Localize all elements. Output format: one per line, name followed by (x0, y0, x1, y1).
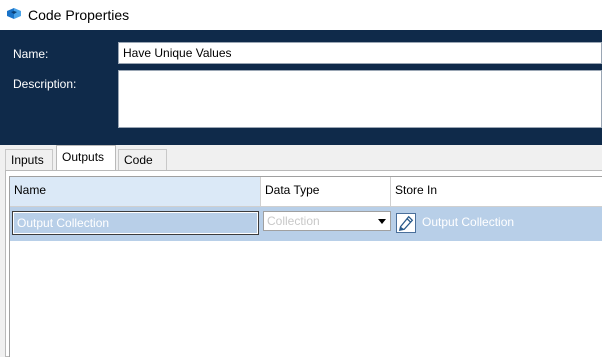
grid-header: Name Data Type Store In (10, 177, 602, 207)
chevron-down-icon[interactable] (378, 219, 386, 224)
output-name-field[interactable] (12, 211, 259, 235)
tab-outputs[interactable]: Outputs (56, 145, 116, 170)
column-header-data-type[interactable]: Data Type (261, 177, 391, 207)
name-label: Name: (13, 47, 49, 61)
name-field[interactable] (118, 42, 602, 64)
description-label: Description: (13, 77, 77, 91)
outputs-grid[interactable]: Name Data Type Store In Collection Outpu… (9, 176, 602, 357)
tab-inputs[interactable]: Inputs (5, 149, 53, 170)
tab-code[interactable]: Code (118, 149, 167, 170)
column-header-name[interactable]: Name (10, 177, 261, 207)
store-in-value: Output Collection (422, 215, 515, 229)
window-title: Code Properties (28, 7, 130, 23)
column-header-store-in[interactable]: Store In (391, 177, 602, 207)
code-stage-icon (7, 8, 21, 19)
store-in-data-item-icon[interactable] (396, 213, 416, 233)
data-type-dropdown[interactable]: Collection (263, 211, 391, 231)
table-row[interactable]: Collection Output Collection (10, 207, 602, 241)
description-field[interactable] (118, 70, 602, 128)
title-bar: Code Properties (0, 0, 602, 30)
data-type-value: Collection (267, 214, 320, 228)
